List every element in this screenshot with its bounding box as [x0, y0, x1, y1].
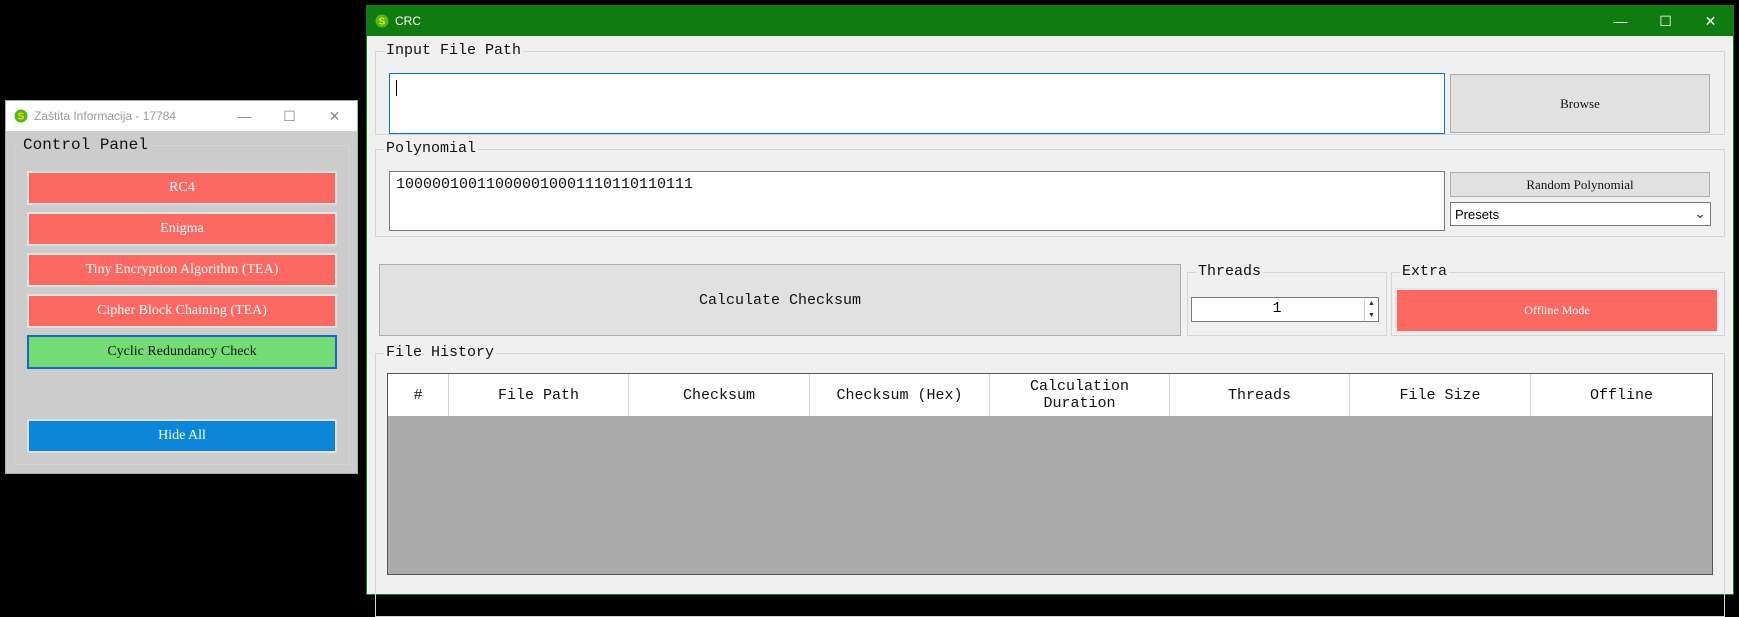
column-header-calculation-duration[interactable]: Calculation Duration [990, 374, 1170, 416]
column-header-offline[interactable]: Offline [1531, 374, 1712, 416]
crc-window: S CRC — ☐ ✕ Input File Path Browse Polyn… [366, 5, 1734, 617]
presets-selected-value: Presets [1455, 207, 1500, 222]
threads-value: 1 [1272, 300, 1282, 317]
minimize-icon[interactable]: — [1598, 6, 1643, 36]
column-header-threads[interactable]: Threads [1170, 374, 1350, 416]
file-history-group-label: File History [384, 344, 497, 361]
stepper-up-icon[interactable]: ▲ [1365, 298, 1378, 310]
control-panel-group-label: Control Panel [21, 136, 150, 154]
svg-text:S: S [379, 17, 386, 28]
file-history-table[interactable]: # File Path Checksum Checksum (Hex) Calc… [387, 373, 1713, 575]
crc-body: Input File Path Browse Polynomial 100000… [367, 36, 1733, 617]
presets-dropdown[interactable]: Presets ⌄ [1450, 202, 1711, 226]
svg-text:S: S [18, 112, 25, 123]
control-panel-window: S Zaštita Informacija - 17784 — ☐ ✕ Cont… [5, 100, 358, 474]
crc-window-title: CRC [395, 14, 421, 28]
control-panel-titlebar[interactable]: S Zaštita Informacija - 17784 — ☐ ✕ [6, 101, 357, 131]
table-header: # File Path Checksum Checksum (Hex) Calc… [388, 374, 1712, 416]
enigma-button[interactable]: Enigma [27, 212, 337, 246]
close-icon[interactable]: ✕ [312, 101, 357, 131]
random-polynomial-button[interactable]: Random Polynomial [1450, 172, 1710, 197]
tea-button[interactable]: Tiny Encryption Algorithm (TEA) [27, 253, 337, 287]
cbc-button[interactable]: Cipher Block Chaining (TEA) [27, 294, 337, 328]
column-header-file-size[interactable]: File Size [1350, 374, 1531, 416]
input-file-path-field[interactable] [389, 73, 1445, 134]
app-logo-icon: S [14, 109, 28, 123]
column-header-checksum[interactable]: Checksum [629, 374, 810, 416]
rc4-button[interactable]: RC4 [27, 171, 337, 205]
threads-group-label: Threads [1196, 263, 1264, 280]
hide-all-button[interactable]: Hide All [27, 419, 337, 453]
polynomial-group-label: Polynomial [384, 140, 479, 157]
polynomial-field[interactable]: 100000100110000010001110110110111 [389, 171, 1445, 231]
column-header-index[interactable]: # [388, 374, 449, 416]
threads-stepper[interactable]: 1 ▲ ▼ [1191, 297, 1379, 322]
crc-button[interactable]: Cyclic Redundancy Check [27, 335, 337, 369]
maximize-icon[interactable]: ☐ [267, 101, 312, 131]
control-panel-body: Control Panel RC4 Enigma Tiny Encryption… [6, 131, 357, 473]
app-logo-icon: S [375, 14, 389, 28]
chevron-down-icon: ⌄ [1694, 205, 1706, 221]
maximize-icon[interactable]: ☐ [1643, 6, 1688, 36]
browse-button[interactable]: Browse [1450, 74, 1710, 133]
column-header-file-path[interactable]: File Path [449, 374, 629, 416]
minimize-icon[interactable]: — [222, 101, 267, 131]
calculate-checksum-button[interactable]: Calculate Checksum [379, 264, 1181, 336]
extra-group-label: Extra [1400, 263, 1450, 280]
offline-mode-button[interactable]: Offline Mode [1395, 288, 1719, 333]
stepper-down-icon[interactable]: ▼ [1365, 310, 1378, 322]
control-panel-window-title: Zaštita Informacija - 17784 [34, 109, 177, 123]
crc-titlebar[interactable]: S CRC — ☐ ✕ [367, 6, 1733, 36]
column-header-checksum-hex[interactable]: Checksum (Hex) [810, 374, 990, 416]
text-caret [396, 80, 397, 96]
polynomial-value: 100000100110000010001110110110111 [396, 176, 694, 193]
input-file-group-label: Input File Path [384, 42, 524, 59]
close-icon[interactable]: ✕ [1688, 6, 1733, 36]
